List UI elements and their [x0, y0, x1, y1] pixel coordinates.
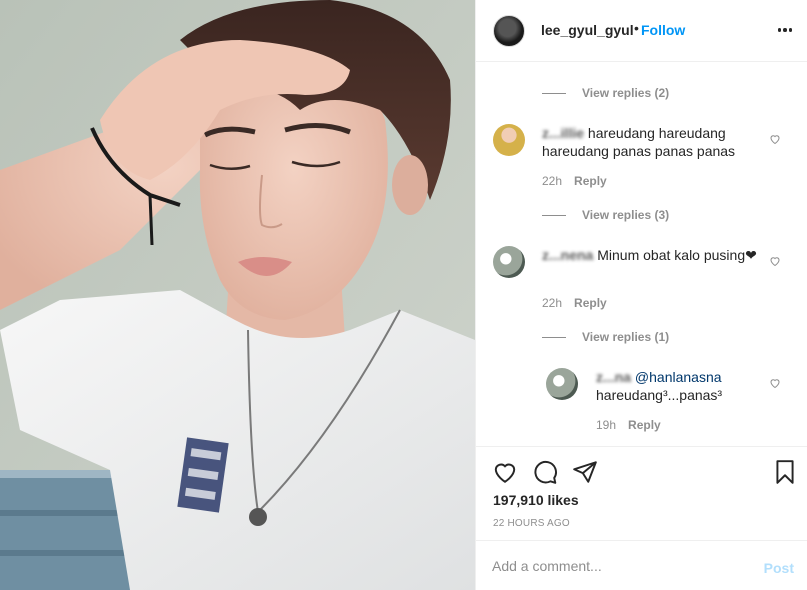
more-options-icon[interactable]	[774, 18, 796, 42]
post-timestamp[interactable]: 22 HOURS AGO	[493, 518, 570, 529]
comment-meta: 22h Reply	[542, 174, 607, 188]
comment-icon[interactable]	[532, 459, 558, 485]
view-replies-button[interactable]: View replies (1)	[542, 330, 669, 344]
comments-list[interactable]: View replies (2) z...illie hareudang har…	[476, 62, 807, 446]
comment-meta: 22h Reply	[542, 296, 607, 310]
view-replies-label: View replies (1)	[582, 330, 670, 344]
reply-time: 19h	[596, 418, 617, 432]
comment-text: Minum obat kalo pusing❤	[597, 247, 757, 263]
add-comment-bar: Post	[476, 540, 807, 590]
reply-body: z...na @hanlanasna hareudang³...panas³	[596, 368, 766, 404]
post-comment-button[interactable]: Post	[764, 560, 794, 576]
post-panel: lee_gyul_gyul • Follow View replies (2) …	[475, 0, 807, 590]
replier-avatar[interactable]	[546, 368, 578, 400]
follow-button[interactable]: Follow	[641, 22, 685, 38]
heart-icon[interactable]	[492, 459, 518, 485]
comment-body: z...nena Minum obat kalo pusing❤	[542, 246, 758, 264]
replies-divider-line	[542, 92, 566, 94]
replies-divider-line	[542, 214, 566, 216]
comment-time: 22h	[542, 174, 563, 188]
comment-like-heart-icon[interactable]	[769, 133, 781, 145]
reply-mention[interactable]: @hanlanasna	[635, 369, 722, 385]
commenter-avatar[interactable]	[493, 124, 525, 156]
reply-username[interactable]: z...na	[596, 369, 631, 385]
add-comment-input[interactable]	[492, 555, 752, 577]
replies-divider-line	[542, 336, 566, 338]
comment-time: 22h	[542, 296, 563, 310]
comment-username[interactable]: z...illie	[542, 125, 584, 141]
share-icon[interactable]	[572, 459, 598, 485]
commenter-avatar[interactable]	[493, 246, 525, 278]
comment-like-heart-icon[interactable]	[769, 255, 781, 267]
author-avatar[interactable]	[493, 15, 525, 47]
view-replies-label: View replies (2)	[582, 86, 670, 100]
reply-button[interactable]: Reply	[574, 296, 607, 310]
comment-body: z...illie hareudang hareudang hareudang …	[542, 124, 758, 160]
reply-button[interactable]: Reply	[574, 174, 607, 188]
reply-text: hareudang³...panas³	[596, 387, 723, 403]
view-replies-label: View replies (3)	[582, 208, 670, 222]
reply-like-heart-icon[interactable]	[769, 377, 781, 389]
view-replies-button[interactable]: View replies (2)	[542, 86, 669, 100]
author-username[interactable]: lee_gyul_gyul	[541, 22, 634, 38]
reply-button[interactable]: Reply	[628, 418, 661, 432]
comment-username[interactable]: z...nena	[542, 247, 593, 263]
post-header: lee_gyul_gyul • Follow	[476, 0, 807, 62]
post-actions: 197,910 likes 22 HOURS AGO	[476, 446, 807, 540]
likes-count[interactable]: 197,910 likes	[493, 492, 579, 508]
reply-meta: 19h Reply	[596, 418, 661, 432]
separator-dot: •	[634, 20, 639, 36]
view-replies-button[interactable]: View replies (3)	[542, 208, 669, 222]
post-photo[interactable]	[0, 0, 475, 590]
bookmark-icon[interactable]	[772, 459, 798, 485]
